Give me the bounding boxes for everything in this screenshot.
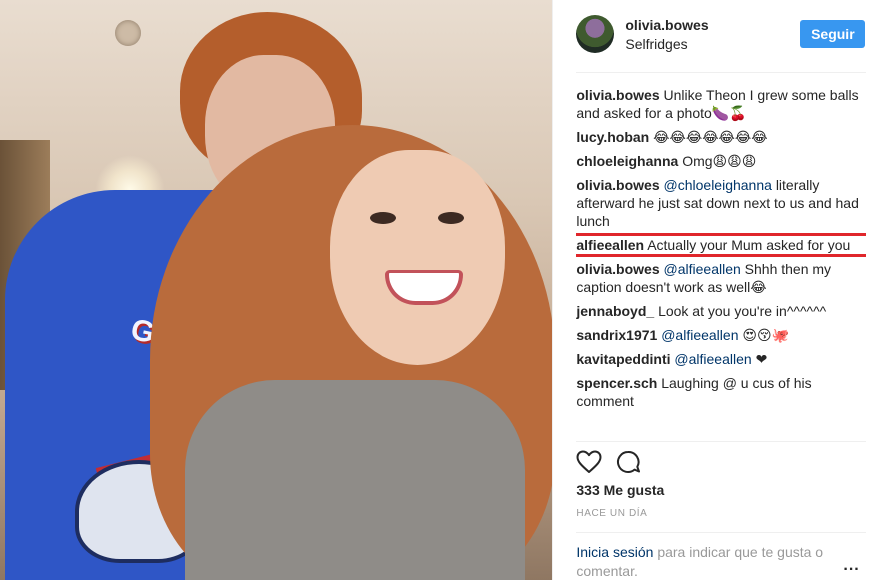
login-prompt: Inicia sesión para indicar que te gusta …: [576, 543, 836, 581]
comment: chloeleighanna Omg😩😩😩: [576, 152, 866, 170]
comment-text: Look at you you're in^^^^^^: [658, 303, 827, 319]
post-photo[interactable]: GIANTS: [0, 0, 553, 580]
comment: kavitapeddinti @alfieeallen ❤: [576, 350, 866, 368]
divider: [576, 72, 867, 73]
instagram-post: GIANTS olivia.bowes Selfridges Seguir ol…: [0, 0, 885, 580]
comment-text: 😂😂😂😂😂😂😂: [653, 129, 768, 145]
comment-mention[interactable]: @alfieeallen: [664, 261, 741, 277]
avatar[interactable]: [576, 15, 615, 53]
comment-username[interactable]: sandrix1971: [576, 327, 657, 343]
comment-username[interactable]: spencer.sch: [576, 375, 657, 391]
comment: jennaboyd_ Look at you you're in^^^^^^: [576, 302, 866, 320]
more-options-button[interactable]: ...: [843, 557, 859, 575]
like-count[interactable]: 333 Me gusta: [576, 482, 664, 498]
comment-text: Actually your Mum asked for you: [647, 237, 851, 253]
comment-username[interactable]: olivia.bowes: [576, 177, 659, 193]
comment: olivia.bowes @chloeleighanna literally a…: [576, 176, 866, 230]
comment-list[interactable]: olivia.bowes Unlike Theon I grew some ba…: [576, 86, 867, 440]
comment-username[interactable]: olivia.bowes: [576, 261, 659, 277]
comment-username[interactable]: olivia.bowes: [576, 87, 659, 103]
comment-username[interactable]: chloeleighanna: [576, 153, 678, 169]
author-username[interactable]: olivia.bowes: [625, 17, 708, 33]
comment-mention[interactable]: @alfieeallen: [661, 327, 738, 343]
comment-text: Omg😩😩😩: [682, 153, 757, 169]
comment-username[interactable]: jennaboyd_: [576, 303, 654, 319]
smile: [385, 270, 463, 305]
comment: lucy.hoban 😂😂😂😂😂😂😂: [576, 128, 866, 146]
woman-sweater: [185, 380, 525, 580]
comment-mention[interactable]: @alfieeallen: [674, 351, 751, 367]
comment-username[interactable]: lucy.hoban: [576, 129, 649, 145]
comment-text: 😍😚🐙: [742, 327, 789, 343]
login-link[interactable]: Inicia sesión: [576, 544, 653, 560]
comment: olivia.bowes Unlike Theon I grew some ba…: [576, 86, 866, 122]
post-side-panel: olivia.bowes Selfridges Seguir olivia.bo…: [552, 0, 885, 580]
ceiling-light: [115, 20, 141, 46]
post-location[interactable]: Selfridges: [625, 36, 687, 52]
speech-bubble-icon[interactable]: [616, 450, 642, 474]
comment-username[interactable]: kavitapeddinti: [576, 351, 670, 367]
divider: [576, 441, 867, 442]
highlighted-comment: alfieeallen Actually your Mum asked for …: [576, 233, 867, 257]
comment-username[interactable]: alfieeallen: [576, 237, 644, 253]
comment: spencer.sch Laughing @ u cus of his comm…: [576, 374, 866, 410]
post-header: olivia.bowes Selfridges Seguir: [576, 15, 866, 57]
comment-text: ❤: [755, 351, 768, 367]
heart-icon[interactable]: [576, 450, 602, 474]
divider: [576, 532, 867, 533]
comment: olivia.bowes @alfieeallen Shhh then my c…: [576, 260, 866, 296]
comment: sandrix1971 @alfieeallen 😍😚🐙: [576, 326, 866, 344]
woman-face: [330, 150, 505, 365]
follow-button[interactable]: Seguir: [800, 20, 866, 48]
comment-mention[interactable]: @chloeleighanna: [664, 177, 772, 193]
post-timestamp[interactable]: HACE UN DÍA: [576, 508, 647, 519]
